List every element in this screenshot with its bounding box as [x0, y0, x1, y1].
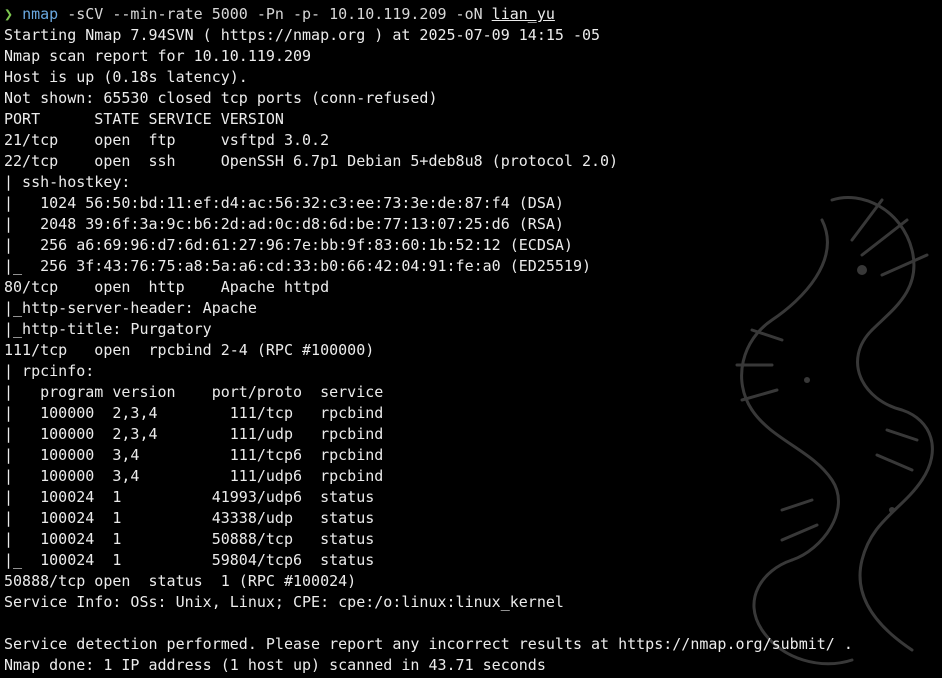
output-line: |_ 256 3f:43:76:75:a8:5a:a6:cd:33:b0:66:… — [4, 257, 591, 275]
prompt-glyph: ❯ — [4, 5, 14, 23]
output-line: Service Info: OSs: Unix, Linux; CPE: cpe… — [4, 593, 564, 611]
output-line: | 100000 2,3,4 111/tcp rpcbind — [4, 404, 384, 422]
output-line: 80/tcp open http Apache httpd — [4, 278, 330, 296]
output-line: | 100000 3,4 111/tcp6 rpcbind — [4, 446, 384, 464]
output-line: 21/tcp open ftp vsftpd 3.0.2 — [4, 131, 330, 149]
output-line: 50888/tcp open status 1 (RPC #100024) — [4, 572, 357, 590]
output-line: | 100024 1 43338/udp status — [4, 509, 375, 527]
command-args: -sCV --min-rate 5000 -Pn -p- 10.10.119.2… — [58, 5, 492, 23]
output-line: | 100024 1 50888/tcp status — [4, 530, 375, 548]
output-line: | ssh-hostkey: — [4, 173, 131, 191]
output-line: | 256 a6:69:96:d7:6d:61:27:96:7e:bb:9f:8… — [4, 236, 573, 254]
output-line: Service detection performed. Please repo… — [4, 635, 853, 653]
output-line: 22/tcp open ssh OpenSSH 6.7p1 Debian 5+d… — [4, 152, 619, 170]
output-line: Host is up (0.18s latency). — [4, 68, 248, 86]
output-line: 111/tcp open rpcbind 2-4 (RPC #100000) — [4, 341, 375, 359]
terminal-window[interactable]: ❯ nmap -sCV --min-rate 5000 -Pn -p- 10.1… — [0, 0, 942, 678]
output-line: |_http-server-header: Apache — [4, 299, 257, 317]
output-line: | 1024 56:50:bd:11:ef:d4:ac:56:32:c3:ee:… — [4, 194, 564, 212]
command-name: nmap — [22, 5, 59, 23]
output-line: Nmap done: 1 IP address (1 host up) scan… — [4, 656, 546, 674]
output-line: | 100000 3,4 111/udp6 rpcbind — [4, 467, 384, 485]
terminal-output: ❯ nmap -sCV --min-rate 5000 -Pn -p- 10.1… — [4, 4, 853, 676]
output-line: Nmap scan report for 10.10.119.209 — [4, 47, 312, 65]
output-filename: lian_yu — [491, 5, 555, 23]
output-line: |_ 100024 1 59804/tcp6 status — [4, 551, 375, 569]
command-line: ❯ nmap -sCV --min-rate 5000 -Pn -p- 10.1… — [4, 4, 853, 25]
output-line: | 100000 2,3,4 111/udp rpcbind — [4, 425, 384, 443]
output-line: | program version port/proto service — [4, 383, 384, 401]
output-line: | 2048 39:6f:3a:9c:b6:2d:ad:0c:d8:6d:be:… — [4, 215, 564, 233]
output-line: | 100024 1 41993/udp6 status — [4, 488, 375, 506]
output-line: Not shown: 65530 closed tcp ports (conn-… — [4, 89, 438, 107]
output-line: PORT STATE SERVICE VERSION — [4, 110, 284, 128]
output-line: Starting Nmap 7.94SVN ( https://nmap.org… — [4, 26, 601, 44]
output-line: | rpcinfo: — [4, 362, 95, 380]
output-line: |_http-title: Purgatory — [4, 320, 212, 338]
